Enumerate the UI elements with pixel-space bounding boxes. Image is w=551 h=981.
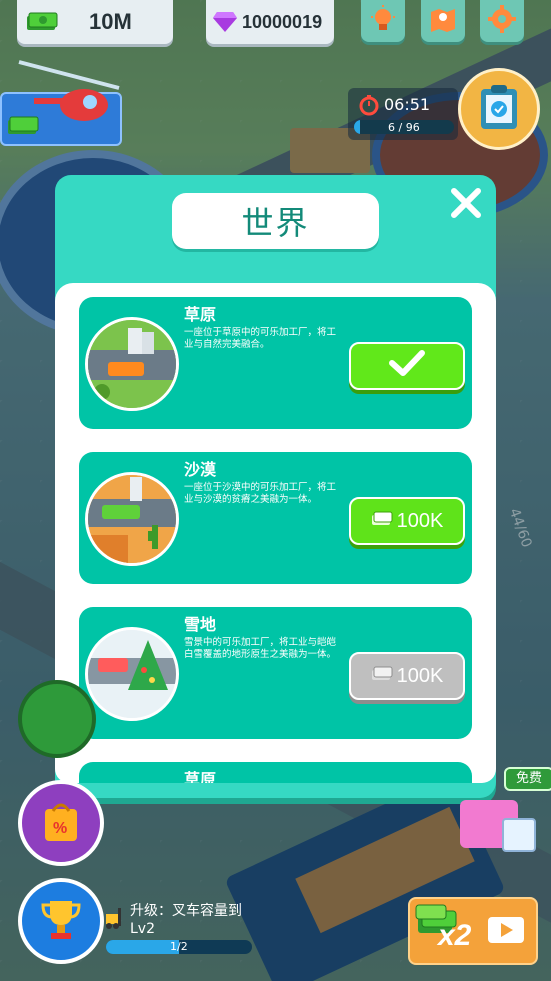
hint-avatar — [502, 818, 536, 852]
order-progress-text: 6 / 96 — [388, 121, 420, 134]
world-name: 沙漠 — [184, 460, 217, 479]
video-icon — [486, 913, 526, 951]
tips-button[interactable] — [361, 0, 405, 42]
world-card-grassland: 草原 一座位于草原中的可乐加工厂，将工业与自然完美融合。 — [79, 297, 472, 429]
money-value: 10M — [89, 9, 132, 34]
world-description: 一座位于沙漠中的可乐加工厂，将工业与沙漠的贫瘠之美融为一体。 — [184, 482, 337, 505]
ad-boost-button[interactable] — [18, 680, 96, 758]
gem-value: 10000019 — [242, 12, 323, 32]
cash-icon — [371, 665, 393, 688]
world-card-grassland-2: 草原 — [79, 762, 472, 783]
settings-icon — [487, 4, 517, 38]
helicopter-delivery-button[interactable] — [0, 60, 122, 146]
check-icon — [387, 348, 427, 384]
dialog-title: 世界 — [172, 193, 379, 249]
upgrade-progress-text: 1/2 — [170, 940, 188, 953]
close-icon — [446, 188, 486, 227]
lightbulb-icon — [368, 4, 398, 38]
svg-text:%: % — [53, 820, 67, 837]
world-card-snow: 雪地 雪景中的可乐加工厂，将工业与皑皑白雪覆盖的地形原生之美融为一体。 100K — [79, 607, 472, 739]
order-timer-panel: 06:51 6 / 96 — [348, 88, 458, 140]
world-description: 一座位于草原中的可乐加工厂，将工业与自然完美融合。 — [184, 327, 337, 350]
upgrade-task-text: 升级：叉车容量到Lv2 — [130, 903, 242, 937]
cash-icon — [6, 114, 40, 140]
world-map-button[interactable] — [421, 0, 465, 42]
money-counter: 10M — [17, 0, 173, 44]
world-list[interactable]: 草原 一座位于草原中的可乐加工厂，将工业与自然完美融合。 沙漠 一座位于沙漠中的… — [55, 283, 496, 783]
order-progress-fill — [354, 120, 361, 134]
stopwatch-icon — [358, 94, 380, 120]
gem-icon — [212, 10, 238, 34]
trophy-button[interactable] — [18, 878, 104, 964]
cash-icon — [25, 10, 59, 32]
cash-icon — [371, 510, 393, 533]
multiplier-label: x2 — [438, 919, 472, 952]
upgrade-progress-fill — [106, 940, 179, 954]
double-income-ad-button[interactable]: x2 — [408, 897, 538, 965]
discount-bag-icon: % — [41, 799, 81, 847]
world-select-dialog: 世界 草原 一座位于草原中的可乐加工厂，将工业与自然完美融合。 沙漠 一座位于沙… — [55, 175, 496, 798]
world-selected-button[interactable] — [349, 342, 465, 390]
snow-thumbnail — [85, 627, 179, 721]
world-description: 雪景中的可乐加工厂，将工业与皑皑白雪覆盖的地形原生之美融为一体。 — [184, 637, 337, 660]
price-label: 100K — [396, 509, 444, 532]
forklift-icon — [102, 906, 126, 934]
gem-counter: 10000019 — [206, 0, 334, 44]
buy-world-button-locked[interactable]: 100K — [349, 652, 465, 700]
world-name: 草原 — [184, 305, 217, 324]
world-name: 雪地 — [184, 615, 217, 634]
world-name: 草原 — [184, 770, 217, 783]
desert-thumbnail — [85, 472, 179, 566]
upgrade-task-panel[interactable]: 升级：叉车容量到Lv2 1/2 — [100, 898, 260, 954]
shop-discount-button[interactable]: % — [18, 780, 104, 866]
price-label: 100K — [396, 664, 444, 687]
trophy-icon — [40, 897, 82, 945]
grassland-thumbnail — [85, 317, 179, 411]
close-button[interactable] — [446, 183, 486, 223]
buy-world-button[interactable]: 100K — [349, 497, 465, 545]
free-badge[interactable]: 免费 — [504, 767, 551, 791]
world-card-desert: 沙漠 一座位于沙漠中的可乐加工厂，将工业与沙漠的贫瘠之美融为一体。 100K — [79, 452, 472, 584]
settings-button[interactable] — [480, 0, 524, 42]
clipboard-icon — [477, 83, 521, 135]
timer-value: 06:51 — [384, 95, 431, 114]
task-clipboard-button[interactable] — [458, 68, 540, 150]
map-icon — [428, 4, 458, 38]
free-gift-button[interactable] — [460, 790, 536, 860]
